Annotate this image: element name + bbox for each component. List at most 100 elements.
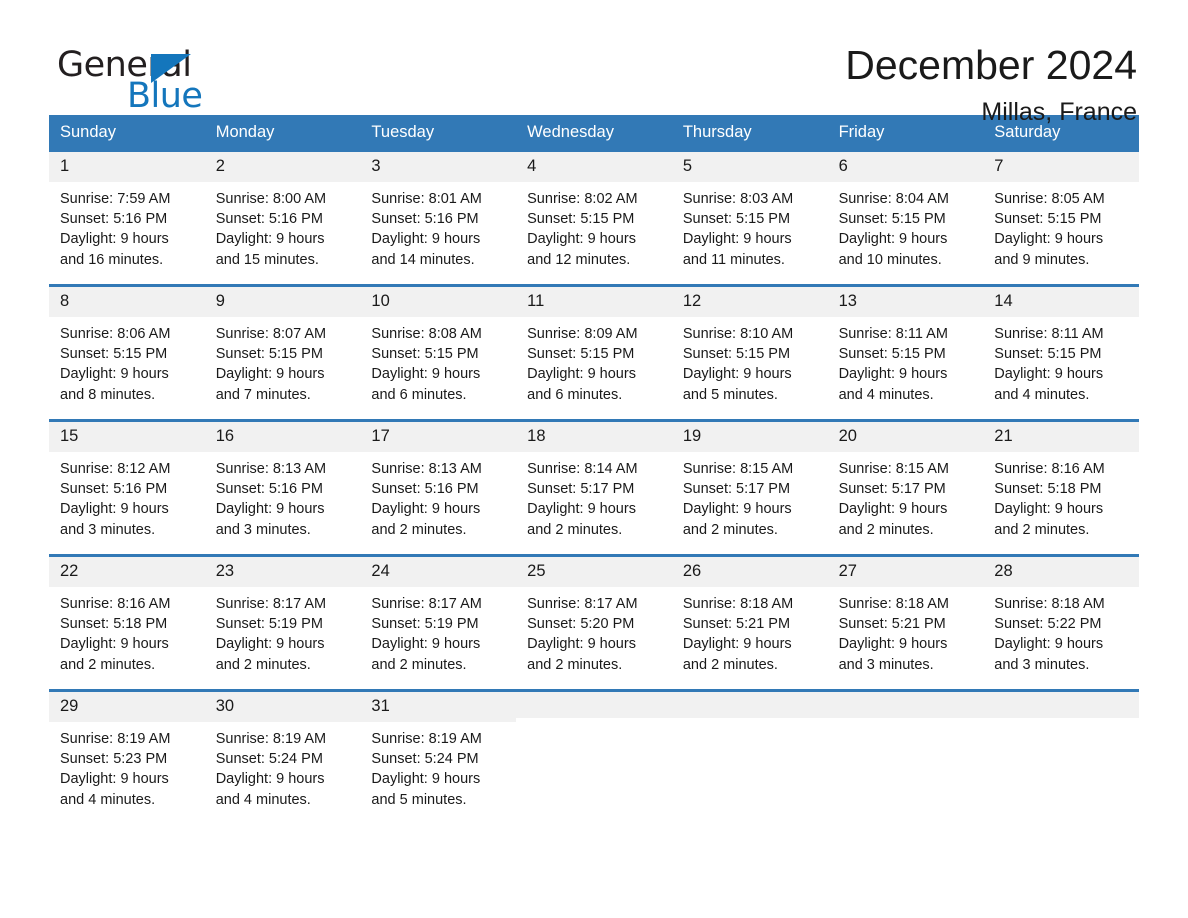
day-details: Sunrise: 8:17 AM Sunset: 5:19 PM Dayligh…	[215, 595, 327, 673]
day-cell[interactable]: 8 Sunrise: 8:06 AM Sunset: 5:15 PM Daylig…	[49, 286, 205, 407]
day-number: 15	[49, 421, 205, 452]
day-cell[interactable]: 19 Sunrise: 8:15 AM Sunset: 5:17 PM Dayli…	[671, 421, 828, 542]
day-cell[interactable]: 21 Sunrise: 8:16 AM Sunset: 5:18 PM Dayli…	[983, 421, 1139, 542]
day-number: 25	[516, 556, 672, 587]
day-cell[interactable]: 2 Sunrise: 8:00 AM Sunset: 5:16 PM Daylig…	[204, 151, 361, 272]
day-number: 5	[671, 151, 828, 182]
day-cell[interactable]: 6 Sunrise: 8:04 AM Sunset: 5:15 PM Daylig…	[827, 151, 984, 272]
day-number: 9	[204, 286, 361, 317]
day-cell[interactable]: 12 Sunrise: 8:10 AM Sunset: 5:15 PM Dayli…	[671, 286, 828, 407]
day-cell-empty	[516, 691, 672, 812]
day-number: 17	[360, 421, 517, 452]
day-cell[interactable]: 14 Sunrise: 8:11 AM Sunset: 5:15 PM Dayli…	[983, 286, 1139, 407]
day-cell[interactable]: 31 Sunrise: 8:19 AM Sunset: 5:24 PM Dayli…	[360, 691, 517, 812]
day-number: 16	[204, 421, 361, 452]
day-details: Sunrise: 8:18 AM Sunset: 5:21 PM Dayligh…	[838, 595, 949, 673]
day-number: 20	[827, 421, 984, 452]
calendar-grid: Sunday Monday Tuesday Wednesday Thursday…	[49, 115, 1139, 812]
day-details: Sunrise: 8:17 AM Sunset: 5:20 PM Dayligh…	[527, 595, 638, 673]
day-number: 31	[360, 691, 517, 722]
day-number: 12	[671, 286, 828, 317]
day-cell[interactable]: 13 Sunrise: 8:11 AM Sunset: 5:15 PM Dayli…	[827, 286, 984, 407]
day-number: 6	[827, 151, 984, 182]
day-cell[interactable]: 18 Sunrise: 8:14 AM Sunset: 5:17 PM Dayli…	[516, 421, 672, 542]
day-cell[interactable]: 1 Sunrise: 7:59 AM Sunset: 5:16 PM Daylig…	[49, 151, 205, 272]
day-details: Sunrise: 8:19 AM Sunset: 5:24 PM Dayligh…	[371, 730, 482, 808]
day-details: Sunrise: 7:59 AM Sunset: 5:16 PM Dayligh…	[60, 190, 171, 268]
week-row: 29 Sunrise: 8:19 AM Sunset: 5:23 PM Dayli…	[49, 688, 1139, 812]
title-block: December 2024 Millas, France	[845, 42, 1139, 125]
day-cell[interactable]: 17 Sunrise: 8:13 AM Sunset: 5:16 PM Dayli…	[360, 421, 517, 542]
day-details: Sunrise: 8:19 AM Sunset: 5:23 PM Dayligh…	[60, 730, 171, 808]
day-details: Sunrise: 8:17 AM Sunset: 5:19 PM Dayligh…	[371, 595, 482, 673]
day-details: Sunrise: 8:13 AM Sunset: 5:16 PM Dayligh…	[371, 460, 482, 538]
day-cell[interactable]: 27 Sunrise: 8:18 AM Sunset: 5:21 PM Dayli…	[827, 556, 984, 677]
day-number: 24	[360, 556, 517, 587]
day-details: Sunrise: 8:12 AM Sunset: 5:16 PM Dayligh…	[60, 460, 171, 538]
day-cell[interactable]: 30 Sunrise: 8:19 AM Sunset: 5:24 PM Dayli…	[204, 691, 361, 812]
day-details: Sunrise: 8:16 AM Sunset: 5:18 PM Dayligh…	[60, 595, 171, 673]
day-number: 7	[983, 151, 1139, 182]
day-cell[interactable]: 4 Sunrise: 8:02 AM Sunset: 5:15 PM Daylig…	[516, 151, 672, 272]
day-number: 4	[516, 151, 672, 182]
day-details: Sunrise: 8:16 AM Sunset: 5:18 PM Dayligh…	[994, 460, 1105, 538]
day-number: 2	[204, 151, 361, 182]
day-number: 23	[204, 556, 361, 587]
day-number	[671, 691, 828, 718]
day-details: Sunrise: 8:03 AM Sunset: 5:15 PM Dayligh…	[682, 190, 794, 268]
day-cell[interactable]: 28 Sunrise: 8:18 AM Sunset: 5:22 PM Dayli…	[983, 556, 1139, 677]
day-number: 27	[827, 556, 984, 587]
day-details: Sunrise: 8:11 AM Sunset: 5:15 PM Dayligh…	[838, 325, 948, 403]
day-details: Sunrise: 8:11 AM Sunset: 5:15 PM Dayligh…	[994, 325, 1104, 403]
day-details: Sunrise: 8:19 AM Sunset: 5:24 PM Dayligh…	[215, 730, 327, 808]
day-number: 19	[671, 421, 828, 452]
day-cell[interactable]: 15 Sunrise: 8:12 AM Sunset: 5:16 PM Dayli…	[49, 421, 205, 542]
day-number: 30	[204, 691, 361, 722]
day-cell[interactable]: 10 Sunrise: 8:08 AM Sunset: 5:15 PM Dayli…	[360, 286, 517, 407]
day-number	[983, 691, 1139, 718]
general-blue-logo[interactable]: General Blue	[49, 44, 249, 120]
weekday-header-thursday: Thursday	[682, 123, 752, 141]
day-details: Sunrise: 8:10 AM Sunset: 5:15 PM Dayligh…	[682, 325, 794, 403]
day-number: 21	[983, 421, 1139, 452]
day-number	[827, 691, 984, 718]
day-number: 8	[49, 286, 205, 317]
day-number: 28	[983, 556, 1139, 587]
page-header: General Blue December 2024 Millas, Franc…	[49, 0, 1139, 125]
day-cell[interactable]: 9 Sunrise: 8:07 AM Sunset: 5:15 PM Daylig…	[204, 286, 361, 407]
day-details: Sunrise: 8:02 AM Sunset: 5:15 PM Dayligh…	[527, 190, 638, 268]
day-details: Sunrise: 8:14 AM Sunset: 5:17 PM Dayligh…	[527, 460, 638, 538]
day-cell[interactable]: 3 Sunrise: 8:01 AM Sunset: 5:16 PM Daylig…	[360, 151, 517, 272]
day-number: 14	[983, 286, 1139, 317]
day-details: Sunrise: 8:15 AM Sunset: 5:17 PM Dayligh…	[838, 460, 949, 538]
day-cell[interactable]: 29 Sunrise: 8:19 AM Sunset: 5:23 PM Dayli…	[49, 691, 205, 812]
weekday-header-saturday: Saturday	[994, 123, 1061, 141]
day-number: 10	[360, 286, 517, 317]
day-cell[interactable]: 11 Sunrise: 8:09 AM Sunset: 5:15 PM Dayli…	[516, 286, 672, 407]
day-cell[interactable]: 16 Sunrise: 8:13 AM Sunset: 5:16 PM Dayli…	[204, 421, 361, 542]
day-cell[interactable]: 5 Sunrise: 8:03 AM Sunset: 5:15 PM Daylig…	[671, 151, 828, 272]
day-cell[interactable]: 24 Sunrise: 8:17 AM Sunset: 5:19 PM Dayli…	[360, 556, 517, 677]
day-cell-empty	[671, 691, 828, 812]
day-number	[516, 691, 672, 718]
day-cell[interactable]: 22 Sunrise: 8:16 AM Sunset: 5:18 PM Dayli…	[49, 556, 205, 677]
weekday-header-row: Sunday Monday Tuesday Wednesday Thursday…	[49, 115, 1139, 152]
day-details: Sunrise: 8:06 AM Sunset: 5:15 PM Dayligh…	[60, 325, 171, 403]
day-details: Sunrise: 8:13 AM Sunset: 5:16 PM Dayligh…	[215, 460, 327, 538]
day-cell[interactable]: 23 Sunrise: 8:17 AM Sunset: 5:19 PM Dayli…	[204, 556, 361, 677]
day-details: Sunrise: 8:07 AM Sunset: 5:15 PM Dayligh…	[215, 325, 327, 403]
day-cell[interactable]: 7 Sunrise: 8:05 AM Sunset: 5:15 PM Daylig…	[983, 151, 1139, 272]
day-number: 22	[49, 556, 205, 587]
day-cell[interactable]: 26 Sunrise: 8:18 AM Sunset: 5:21 PM Dayli…	[671, 556, 828, 677]
day-number: 13	[827, 286, 984, 317]
calendar-page: General Blue December 2024 Millas, Franc…	[0, 0, 1188, 918]
weekday-header-tuesday: Tuesday	[371, 123, 435, 141]
day-number: 26	[671, 556, 828, 587]
day-cell[interactable]: 25 Sunrise: 8:17 AM Sunset: 5:20 PM Dayli…	[516, 556, 672, 677]
day-details: Sunrise: 8:04 AM Sunset: 5:15 PM Dayligh…	[838, 190, 949, 268]
page-title: December 2024	[845, 42, 1137, 88]
day-details: Sunrise: 8:18 AM Sunset: 5:22 PM Dayligh…	[994, 595, 1105, 673]
day-cell[interactable]: 20 Sunrise: 8:15 AM Sunset: 5:17 PM Dayli…	[827, 421, 984, 542]
day-details: Sunrise: 8:05 AM Sunset: 5:15 PM Dayligh…	[994, 190, 1105, 268]
day-details: Sunrise: 8:09 AM Sunset: 5:15 PM Dayligh…	[527, 325, 638, 403]
